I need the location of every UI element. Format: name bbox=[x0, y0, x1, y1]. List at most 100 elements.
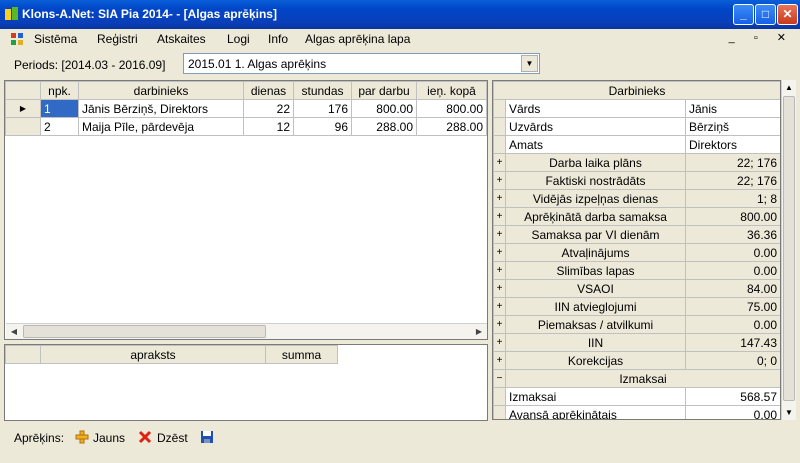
table-row[interactable]: ▶ 1 Jānis Bērziņš, Direktors 22 176 800.… bbox=[5, 99, 487, 118]
close-icon[interactable]: ✕ bbox=[777, 4, 798, 25]
detail-grid: apraksts summa bbox=[4, 344, 488, 421]
expand-icon[interactable]: + bbox=[493, 333, 506, 352]
child-window-icon[interactable] bbox=[10, 32, 24, 46]
col-header-par-darbu[interactable]: par darbu bbox=[351, 81, 417, 100]
section-row[interactable]: − Izmaksai bbox=[493, 369, 780, 388]
scroll-thumb[interactable] bbox=[23, 325, 266, 338]
col-header-npk[interactable]: npk. bbox=[40, 81, 79, 100]
cell-darbinieks[interactable]: Maija Pīle, pārdevēja bbox=[78, 117, 244, 136]
field-value-uzvards[interactable]: Bērziņš bbox=[685, 117, 780, 136]
save-icon[interactable] bbox=[200, 430, 214, 444]
cell-dienas[interactable]: 22 bbox=[243, 99, 294, 118]
group-row[interactable]: + Vidējās izpeļņas dienas 1; 8 bbox=[493, 189, 780, 208]
horizontal-scrollbar[interactable]: ◀ ▶ bbox=[6, 323, 487, 339]
expand-icon[interactable]: + bbox=[493, 315, 506, 334]
menu-atskaites[interactable]: Atskaites bbox=[157, 32, 206, 46]
scroll-thumb[interactable] bbox=[783, 96, 795, 401]
period-select[interactable]: 2015.01 1. Algas aprēķins ▼ bbox=[183, 53, 540, 74]
group-row[interactable]: + IIN 147.43 bbox=[493, 333, 780, 352]
col-header-dienas[interactable]: dienas bbox=[243, 81, 294, 100]
employee-properties: Darbinieks Vārds Jānis Uzvārds Bērziņš Ama… bbox=[493, 81, 780, 419]
cell-darbinieks[interactable]: Jānis Bērziņš, Direktors bbox=[78, 99, 244, 118]
group-row[interactable]: + Atvaļinājums 0.00 bbox=[493, 243, 780, 262]
delete-icon[interactable] bbox=[138, 430, 152, 444]
expand-icon[interactable]: + bbox=[493, 189, 506, 208]
group-row[interactable]: + IIN atvieglojumi 75.00 bbox=[493, 297, 780, 316]
plus-icon[interactable] bbox=[75, 430, 89, 444]
menu-registri[interactable]: Reģistri bbox=[97, 32, 138, 46]
group-label: Piemaksas / atvilkumi bbox=[505, 315, 686, 334]
chevron-down-icon[interactable]: ▼ bbox=[521, 55, 538, 72]
scroll-right-icon[interactable]: ▶ bbox=[471, 324, 487, 339]
scroll-up-icon[interactable]: ▲ bbox=[782, 80, 796, 95]
current-row-indicator-icon[interactable]: ▶ bbox=[5, 99, 41, 118]
cell-par-darbu[interactable]: 288.00 bbox=[351, 117, 417, 136]
payout-section-label: Izmaksai bbox=[505, 369, 780, 388]
expand-icon[interactable]: + bbox=[493, 171, 506, 190]
expand-icon[interactable]: + bbox=[493, 279, 506, 298]
group-value: 84.00 bbox=[685, 279, 780, 298]
minimize-icon[interactable]: _ bbox=[733, 4, 754, 25]
cell-stundas[interactable]: 96 bbox=[293, 117, 352, 136]
group-row[interactable]: + Slimības lapas 0.00 bbox=[493, 261, 780, 280]
group-label: Aprēķinātā darba samaksa bbox=[505, 207, 686, 226]
calculation-label: Aprēķins: bbox=[14, 431, 65, 445]
menu-sistema[interactable]: Sistēma bbox=[34, 32, 77, 46]
field-value-amats[interactable]: Direktors bbox=[685, 135, 780, 154]
group-row[interactable]: + Faktiski nostrādāts 22; 176 bbox=[493, 171, 780, 190]
group-row[interactable]: + VSAOI 84.00 bbox=[493, 279, 780, 298]
cell-npk[interactable]: 1 bbox=[40, 99, 79, 118]
group-row[interactable]: + Piemaksas / atvilkumi 0.00 bbox=[493, 315, 780, 334]
cell-par-darbu[interactable]: 800.00 bbox=[351, 99, 417, 118]
cell-dienas[interactable]: 12 bbox=[243, 117, 294, 136]
field-value-vards[interactable]: Jānis bbox=[685, 99, 780, 118]
group-value: 36.36 bbox=[685, 225, 780, 244]
col-header-summa[interactable]: summa bbox=[265, 345, 338, 364]
cell-ien-kopa[interactable]: 800.00 bbox=[416, 99, 487, 118]
field-row[interactable]: Uzvārds Bērziņš bbox=[493, 117, 780, 136]
menu-logi[interactable]: Logi bbox=[227, 32, 250, 46]
row-spacer bbox=[493, 99, 506, 118]
menu-info[interactable]: Info bbox=[268, 32, 288, 46]
expand-icon[interactable]: + bbox=[493, 153, 506, 172]
expand-icon[interactable]: + bbox=[493, 297, 506, 316]
col-header-apraksts[interactable]: apraksts bbox=[40, 345, 266, 364]
delete-button[interactable]: Dzēst bbox=[157, 431, 188, 445]
mdi-window-controls[interactable]: _ ▫ ✕ bbox=[729, 31, 794, 44]
field-value-avansa[interactable]: 0.00 bbox=[685, 405, 780, 419]
group-value: 1; 8 bbox=[685, 189, 780, 208]
field-row[interactable]: Vārds Jānis bbox=[493, 99, 780, 118]
cell-npk[interactable]: 2 bbox=[40, 117, 79, 136]
expand-icon[interactable]: + bbox=[493, 243, 506, 262]
menu-algas-apreķina-lapa[interactable]: Algas aprēķina lapa bbox=[305, 32, 410, 46]
new-button[interactable]: Jauns bbox=[93, 431, 125, 445]
group-label: Faktiski nostrādāts bbox=[505, 171, 686, 190]
vertical-scrollbar[interactable]: ▲ ▼ bbox=[781, 80, 796, 420]
group-row[interactable]: + Aprēķinātā darba samaksa 800.00 bbox=[493, 207, 780, 226]
collapse-icon[interactable]: − bbox=[493, 369, 506, 388]
group-value: 800.00 bbox=[685, 207, 780, 226]
group-row[interactable]: + Korekcijas 0; 0 bbox=[493, 351, 780, 370]
row-header[interactable] bbox=[5, 117, 41, 136]
field-row[interactable]: Izmaksai 568.57 bbox=[493, 387, 780, 406]
scroll-left-icon[interactable]: ◀ bbox=[6, 324, 22, 339]
col-header-darbinieks[interactable]: darbinieks bbox=[78, 81, 244, 100]
col-header-ien-kopa[interactable]: ieņ. kopā bbox=[416, 81, 487, 100]
table-row[interactable]: 2 Maija Pīle, pārdevēja 12 96 288.00 288… bbox=[5, 117, 487, 136]
expand-icon[interactable]: + bbox=[493, 207, 506, 226]
expand-icon[interactable]: + bbox=[493, 351, 506, 370]
field-row[interactable]: Amats Direktors bbox=[493, 135, 780, 154]
group-row[interactable]: + Darba laika plāns 22; 176 bbox=[493, 153, 780, 172]
col-header-stundas[interactable]: stundas bbox=[293, 81, 352, 100]
field-label: Uzvārds bbox=[505, 117, 686, 136]
expand-icon[interactable]: + bbox=[493, 225, 506, 244]
expand-icon[interactable]: + bbox=[493, 261, 506, 280]
group-label: IIN atvieglojumi bbox=[505, 297, 686, 316]
cell-stundas[interactable]: 176 bbox=[293, 99, 352, 118]
scroll-down-icon[interactable]: ▼ bbox=[782, 405, 796, 420]
field-row[interactable]: Avansā aprēķinātais 0.00 bbox=[493, 405, 780, 419]
cell-ien-kopa[interactable]: 288.00 bbox=[416, 117, 487, 136]
group-row[interactable]: + Samaksa par VI dienām 36.36 bbox=[493, 225, 780, 244]
field-value-izmaksai[interactable]: 568.57 bbox=[685, 387, 780, 406]
maximize-icon[interactable]: □ bbox=[755, 4, 776, 25]
